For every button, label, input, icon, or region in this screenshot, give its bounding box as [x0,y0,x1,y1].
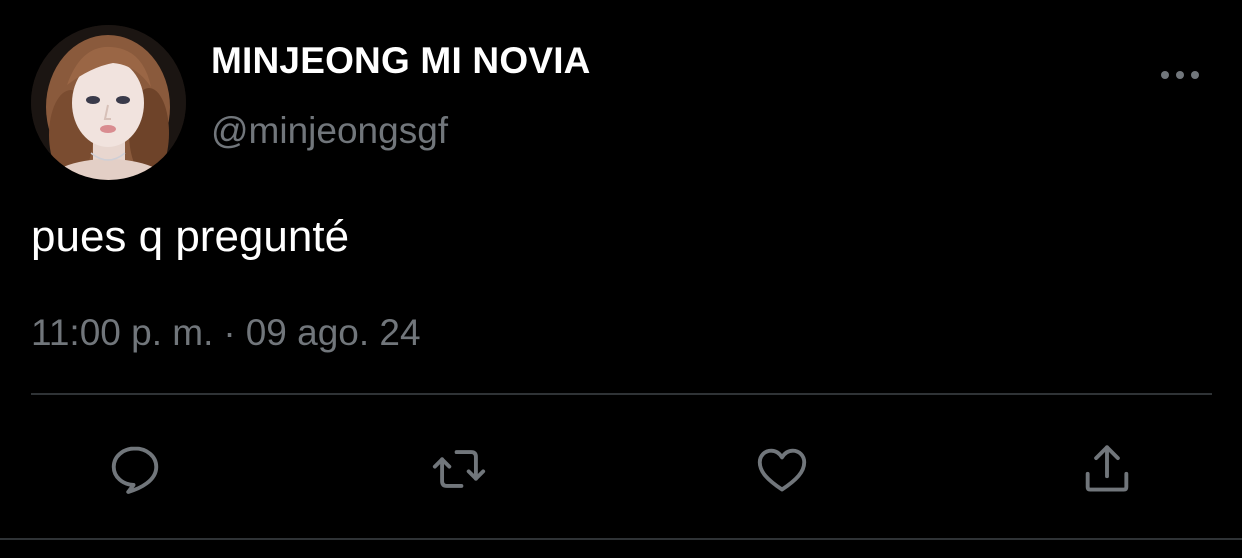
share-button[interactable] [1075,437,1139,501]
like-button[interactable] [750,437,814,501]
tweet-time: 11:00 p. m. [31,312,214,353]
more-options-button[interactable] [1158,62,1202,88]
tweet-timestamp[interactable]: 11:00 p. m. · 09 ago. 24 [31,312,421,354]
author-display-name[interactable]: MINJEONG MI NOVIA [211,40,591,82]
divider-bottom [0,538,1242,540]
author-avatar[interactable] [31,25,186,180]
reply-button[interactable] [103,437,167,501]
retweet-button[interactable] [427,437,491,501]
profile-photo-image [31,25,186,180]
tweet-detail: MINJEONG MI NOVIA @minjeongsgf pues q pr… [0,0,1242,558]
like-heart-icon [757,448,807,492]
tweet-date: 09 ago. 24 [245,312,421,353]
more-horizontal-icon [1161,71,1199,79]
meta-separator: · [223,312,236,353]
divider [31,393,1212,395]
retweet-icon [432,450,486,488]
share-icon [1085,445,1129,492]
reply-icon [111,446,159,494]
tweet-text: pues q pregunté [31,212,350,261]
author-handle[interactable]: @minjeongsgf [211,110,448,152]
